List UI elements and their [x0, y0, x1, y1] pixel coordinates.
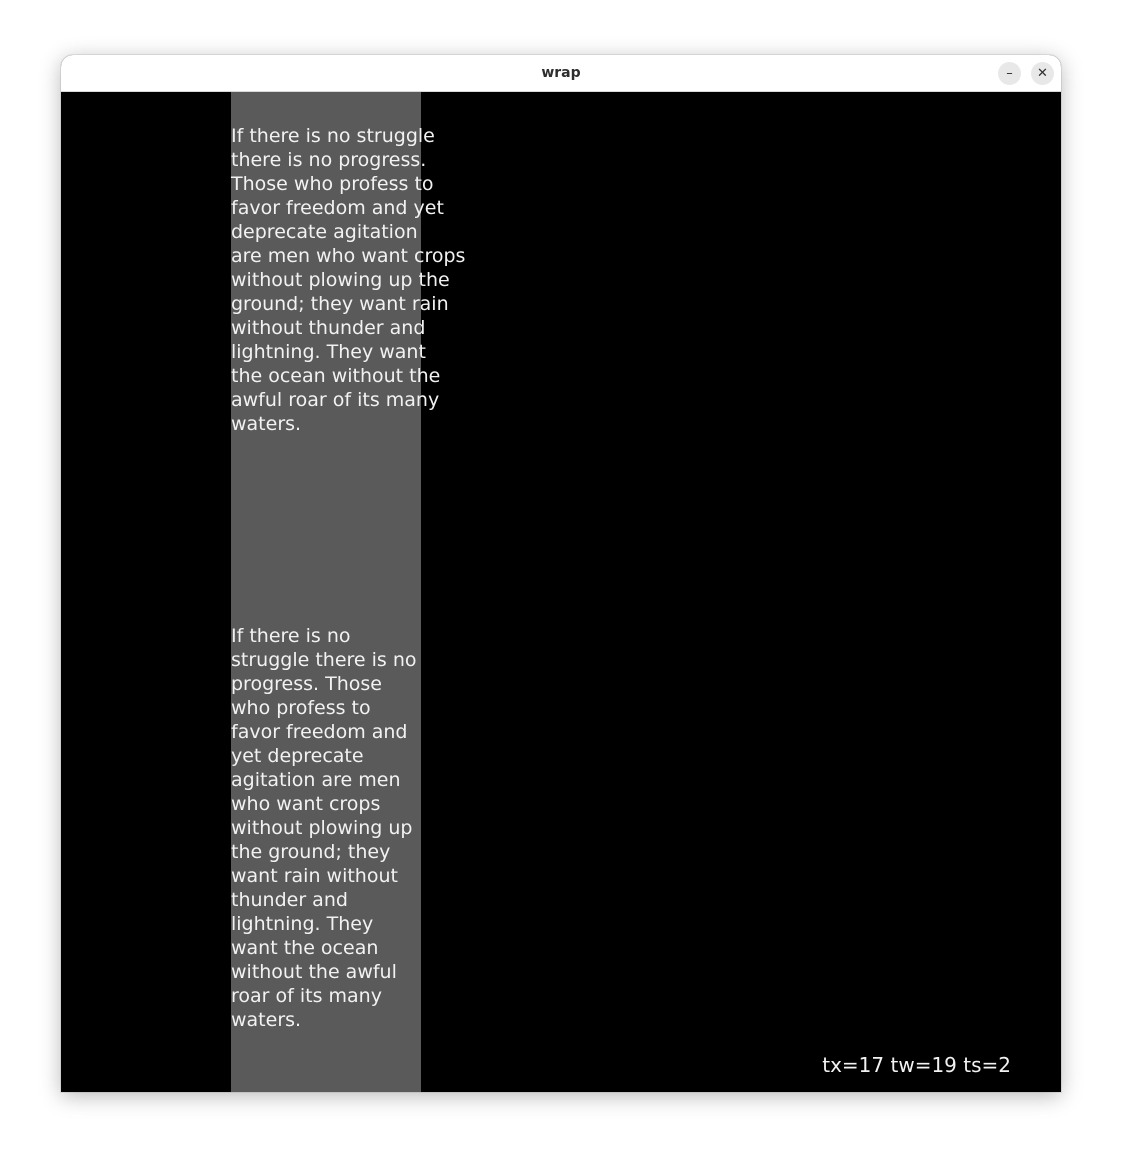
minimize-icon: –	[1006, 66, 1013, 81]
status-readout: tx=17 tw=19 ts=2	[822, 1053, 1011, 1077]
title-bar[interactable]: wrap – ✕	[61, 55, 1061, 92]
paragraph-wrapped-wide: If there is no struggle there is no prog…	[231, 125, 466, 435]
minimize-button[interactable]: –	[998, 62, 1021, 85]
close-button[interactable]: ✕	[1031, 62, 1054, 85]
render-canvas: If there is no struggle there is no prog…	[61, 92, 1061, 1092]
window-title: wrap	[541, 65, 581, 81]
paragraph-wrapped-narrow: If there is no struggle there is no prog…	[231, 625, 417, 1031]
app-window: wrap – ✕ If there is no struggle there i…	[61, 55, 1061, 1092]
close-icon: ✕	[1037, 66, 1048, 81]
